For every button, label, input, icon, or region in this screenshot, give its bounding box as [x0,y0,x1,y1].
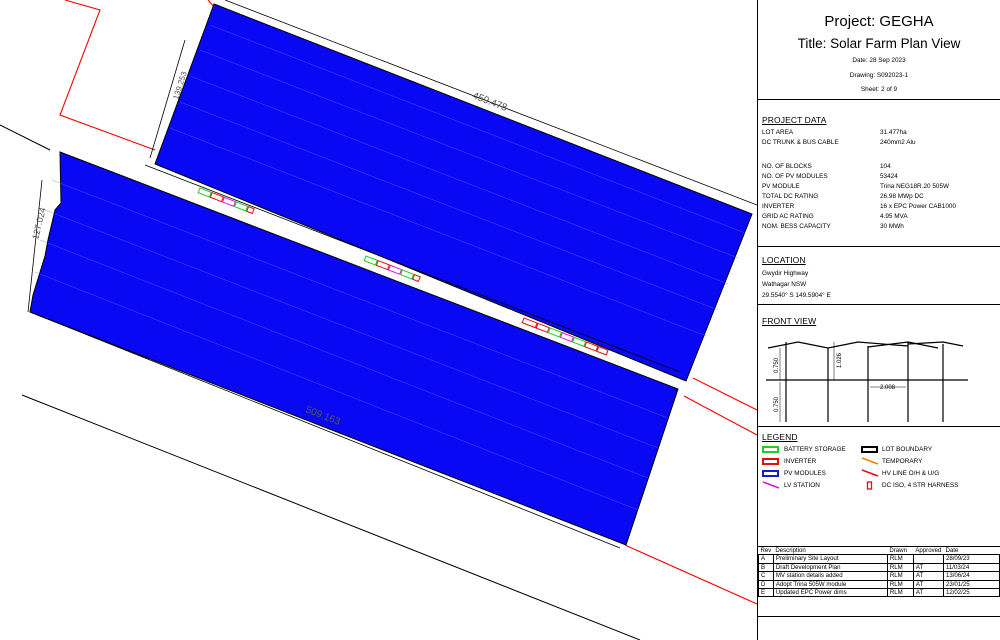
drawn-cell: RLM [886,554,914,564]
rev-header: Rev [760,547,772,554]
description-cell: Preliminary Site Layout [772,554,888,564]
approved-cell: AT [912,562,944,573]
legend-heading: LEGEND [762,432,798,442]
data-label: GRID AC RATING [762,213,814,220]
location-line: Gwydir Highway [762,270,809,277]
front-view-dim-left: 0.750 [774,357,780,373]
project-data-heading: PROJECT DATA [762,115,827,125]
location-line: 29.5540° S 149.5904° E [762,292,831,299]
data-label: NO. OF BLOCKS [762,163,812,170]
dim-west-width: 127.024 [30,206,48,240]
table-row: D Adopt Trina 505W module RLM AT 23/01/2… [758,579,1000,590]
legend-label: INVERTER [784,458,817,465]
data-value: 104 [880,163,891,170]
project-data-section: PROJECT DATA LOT AREA 31.477ha DC TRUNK … [758,100,1000,247]
data-value: 240mm2 Alu [880,139,916,146]
site-plan-drawing: 459.478 509.163 127.024 139.253 [0,0,757,640]
temporary-line-icon [861,457,879,465]
data-value: 53424 [880,173,898,180]
data-value: 16 x EPC Power CAB1000 [880,203,957,210]
sheet-number: Sheet: 2 of 9 [860,86,898,93]
drawn-header: Drawn [889,547,907,554]
front-view-dim-spacing: 2.008 [880,385,896,391]
date-header: Date [945,547,959,554]
battery-storage-swatch [762,446,779,453]
data-label: INVERTER [762,203,795,210]
legend-label: PV MODULES [784,470,826,477]
front-view-dim-ground: 0.750 [774,396,780,412]
location-line: Wathagar NSW [762,281,807,288]
rev-cell: C [758,571,774,581]
drawing-number: Drawing: S092023-1 [849,72,909,79]
drawn-cell: RLM [886,571,914,581]
inverter-swatch [762,458,779,465]
approved-cell [912,554,944,564]
front-view-diagram: 1.026 0.750 0.750 2.008 [766,341,968,422]
location-section: LOCATION Gwydir Highway Wathagar NSW 29.… [758,247,1000,305]
lv-station-icon [762,481,780,489]
revision-header-row: Rev Description Drawn Approved Date [759,547,1000,555]
data-label: LOT AREA [762,129,794,136]
data-label: DC TRUNK & BUS CABLE [762,139,839,146]
description-cell: Draft Development Plan [772,562,888,573]
data-label: NO. OF PV MODULES [762,173,828,180]
rev-cell: D [758,579,774,590]
date-cell: 23/01/25 [942,579,1000,590]
legend-label: TEMPORARY [882,458,923,465]
approved-cell: AT [912,571,944,581]
front-view-dim-top: 1.026 [837,352,843,368]
date-cell: 13/06/24 [942,571,1000,581]
legend-label: BATTERY STORAGE [784,446,846,453]
data-label: TOTAL DC RATING [762,193,819,200]
rev-cell: E [758,588,774,598]
data-value: 30 MWh [880,223,904,230]
front-view-heading: FRONT VIEW [762,316,817,326]
hv-line-icon [861,469,879,477]
date-cell: 28/09/23 [942,554,1000,564]
rev-cell: B [758,562,774,573]
table-row: B Draft Development Plan RLM AT 11/03/24 [758,562,1000,573]
lot-boundary-swatch [861,446,878,453]
description-cell: Adopt Trina 505W module [772,579,888,590]
title-block: Project: GEGHA Title: Solar Farm Plan Vi… [758,0,1000,100]
drawn-cell: RLM [886,579,914,590]
data-value: Trina NEG18R.20 505W [880,183,950,190]
description-cell: MV station details added [772,571,888,581]
legend-label: LOT BOUNDARY [882,446,933,453]
description-cell: Updated EPC Power dims [772,588,888,598]
data-value: 4.95 MVA [880,213,908,220]
dc-iso-icon [866,481,873,490]
drawing-title: Title: Solar Farm Plan View [797,36,961,51]
date-cell: 11/03/24 [942,562,1000,573]
rev-cell: A [758,554,774,564]
approved-cell: AT [912,579,944,590]
drawn-cell: RLM [886,588,914,598]
data-label: PV MODULE [762,183,800,190]
data-value: 31.477ha [880,129,907,136]
legend-label: DC ISO, 4 STR HARNESS [882,482,959,489]
legend-section: LEGEND BATTERY STORAGE LOT BOUNDARY INVE… [758,427,1000,547]
project-name: Project: GEGHA [824,13,934,30]
legend-label: HV LINE O/H & U/G [882,470,940,477]
legend-label: LV STATION [784,482,820,489]
drawing-date: Date: 28 Sep 2023 [852,57,906,64]
front-view-section: FRONT VIEW 1.026 0.750 0.750 2.008 [758,305,1000,427]
approved-cell: AT [912,588,944,598]
table-row: A Preliminary Site Layout RLM 28/09/23 [758,554,1000,564]
panel-bottom-rule [758,616,1000,617]
data-value: 26.98 MWp DC [880,193,924,200]
revision-table: Rev Description Drawn Approved Date A Pr… [758,547,1000,598]
date-cell: 12/02/25 [942,588,1000,598]
location-heading: LOCATION [762,255,806,265]
approved-header: Approved [915,547,942,554]
description-header: Description [775,547,806,554]
title-block-panel: Project: GEGHA Title: Solar Farm Plan Vi… [757,0,1000,640]
data-label: NOM. BESS CAPACITY [762,223,831,230]
pv-modules-swatch [762,470,779,477]
table-row: C MV station details added RLM AT 13/06/… [758,571,1000,581]
table-row: E Updated EPC Power dims RLM AT 12/02/25 [758,588,1000,598]
drawn-cell: RLM [886,562,914,573]
